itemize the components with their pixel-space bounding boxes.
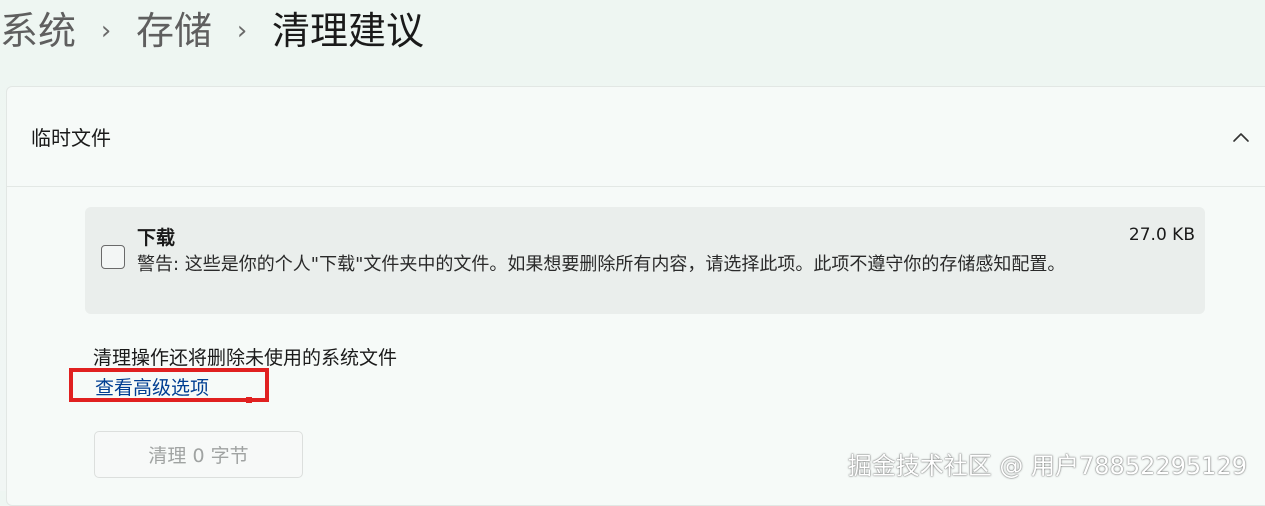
advanced-options-link[interactable]: 查看高级选项: [95, 373, 209, 400]
chevron-up-icon: [1233, 133, 1249, 142]
downloads-checkbox[interactable]: [101, 245, 125, 269]
breadcrumb-item-system[interactable]: 系统: [0, 12, 76, 50]
breadcrumb-separator: ›: [100, 16, 112, 46]
item-title: 下载: [137, 227, 176, 249]
breadcrumb-item-storage[interactable]: 存储: [136, 12, 212, 50]
temp-files-panel: 临时文件 下载 27.0 KB 警告: 这些是你的个人"下载"文件夹中的文件。如…: [6, 86, 1265, 506]
page-title: 清理建议: [272, 9, 425, 53]
clean-button[interactable]: 清理 0 字节: [94, 431, 303, 478]
cleanup-note: 清理操作还将删除未使用的系统文件: [93, 347, 398, 369]
temp-files-header[interactable]: 临时文件: [7, 87, 1265, 187]
section-title: 临时文件: [31, 126, 111, 150]
item-size: 27.0 KB: [1128, 225, 1195, 245]
watermark: 掘金技术社区 @ 用户78852295129: [847, 452, 1247, 480]
breadcrumb: 系统 › 存储 › 清理建议: [0, 0, 424, 62]
highlight-annotation-mark: [246, 397, 252, 403]
collapse-button[interactable]: [1229, 125, 1253, 149]
breadcrumb-separator: ›: [236, 16, 248, 46]
item-description: 警告: 这些是你的个人"下载"文件夹中的文件。如果想要删除所有内容，请选择此项。…: [137, 254, 1066, 275]
downloads-item[interactable]: 下载 27.0 KB 警告: 这些是你的个人"下载"文件夹中的文件。如果想要删除…: [85, 207, 1205, 314]
